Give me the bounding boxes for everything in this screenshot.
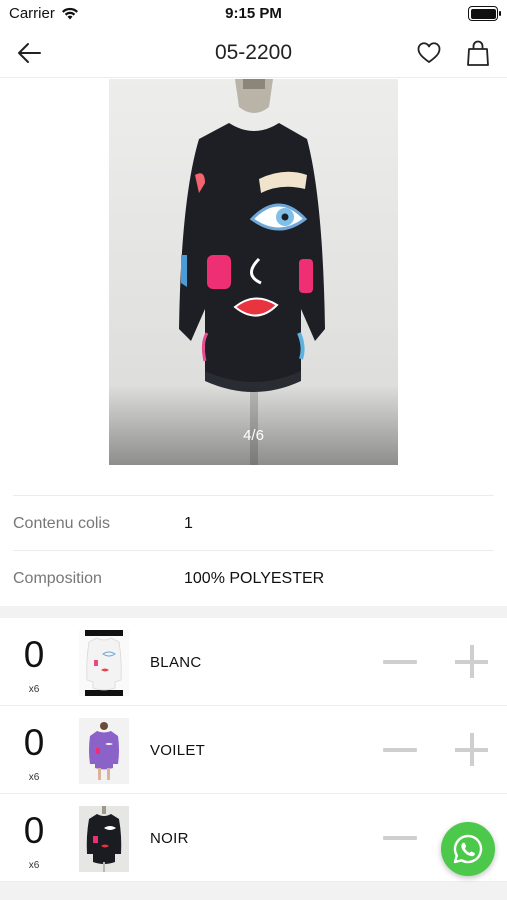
whatsapp-button[interactable] — [441, 822, 495, 876]
spec-value-package: 1 — [184, 515, 193, 532]
variant-color-name: VOILET — [150, 742, 206, 759]
spec-value-composition: 100% POLYESTER — [184, 570, 325, 587]
photo-overlay — [109, 385, 398, 465]
variant-thumbnail[interactable] — [79, 806, 129, 872]
plus-icon[interactable] — [455, 645, 488, 678]
product-gallery[interactable]: 4/6 — [0, 79, 507, 465]
variant-thumbnail[interactable] — [79, 630, 129, 696]
spec-label-composition: Composition — [13, 570, 102, 587]
variant-thumbnail[interactable] — [79, 718, 129, 784]
shopping-bag-icon[interactable] — [466, 39, 490, 67]
whatsapp-icon — [453, 834, 483, 864]
variant-row-voilet: 0 x6 VOILET — [0, 706, 507, 794]
pack-size: x6 — [28, 772, 40, 783]
bottom-spacer — [0, 882, 507, 900]
variant-color-name: NOIR — [150, 830, 189, 847]
section-separator — [0, 606, 507, 618]
divider — [13, 495, 494, 496]
status-time: 9:15 PM — [225, 5, 282, 22]
nav-bar: 05-2200 — [0, 28, 507, 78]
status-bar: Carrier 9:15 PM — [0, 0, 507, 28]
variant-row-noir: 0 x6 NOIR — [0, 794, 507, 882]
product-specs: Contenu colis 1 Composition 100% POLYEST… — [0, 466, 507, 606]
gallery-page-indicator: 4/6 — [243, 427, 264, 444]
minus-icon[interactable] — [383, 836, 417, 840]
quantity-value: 0 — [23, 810, 45, 851]
minus-icon[interactable] — [383, 660, 417, 664]
quantity-value: 0 — [23, 634, 45, 675]
battery-icon — [468, 6, 501, 21]
variant-color-name: BLANC — [150, 654, 202, 671]
divider — [13, 550, 494, 551]
quantity-value: 0 — [23, 722, 45, 763]
variant-row-blanc: 0 x6 BLANC — [0, 618, 507, 706]
plus-icon[interactable] — [455, 733, 488, 766]
pack-size: x6 — [28, 684, 40, 695]
heart-icon[interactable] — [416, 40, 442, 66]
spec-label-package: Contenu colis — [13, 515, 110, 532]
product-photo[interactable] — [109, 79, 398, 465]
pack-size: x6 — [28, 860, 40, 871]
minus-icon[interactable] — [383, 748, 417, 752]
